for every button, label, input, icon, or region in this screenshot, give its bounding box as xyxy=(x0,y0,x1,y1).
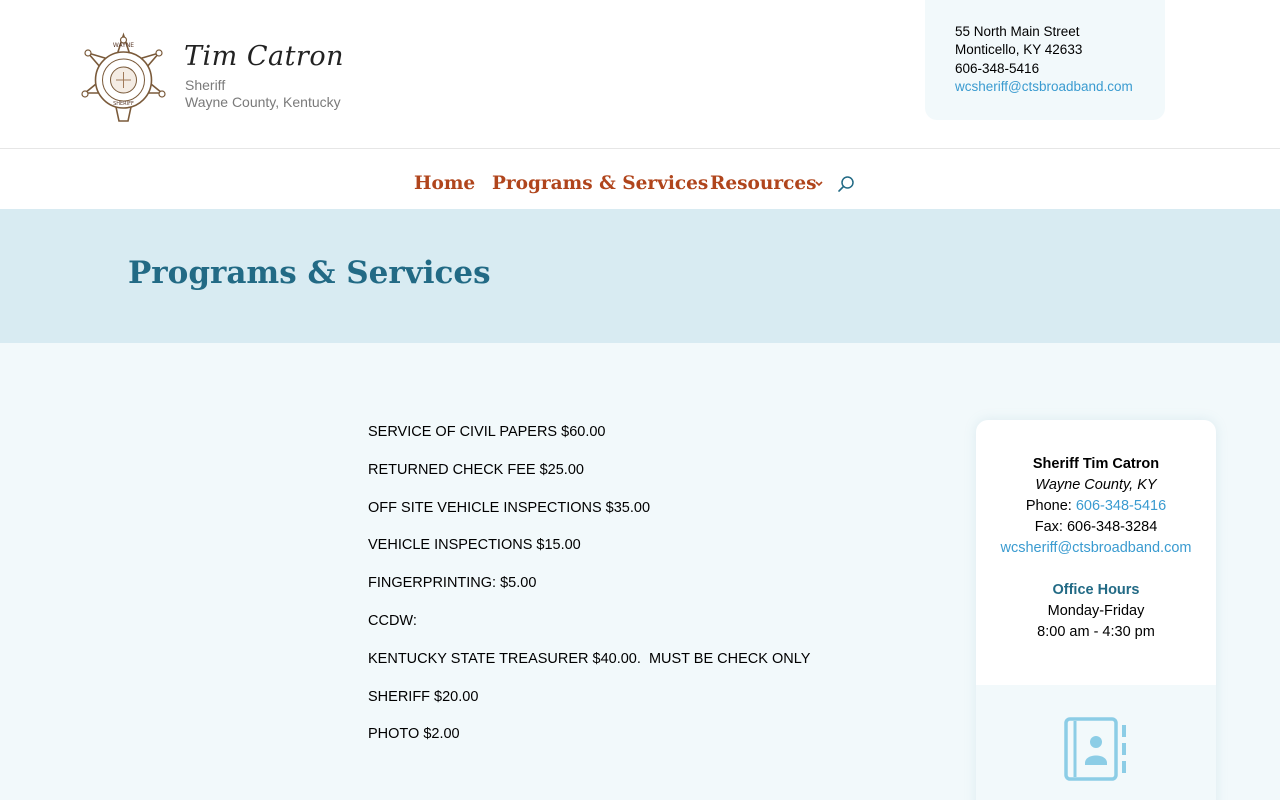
main-nav: Home Programs & Services Resources xyxy=(0,149,1280,209)
list-item: RETURNED CHECK FEE $25.00 xyxy=(368,461,584,478)
badge-text-top: WAYNE xyxy=(113,42,134,49)
nav-programs-services[interactable]: Programs & Services xyxy=(492,173,708,194)
card-sheriff-name: Sheriff Tim Catron xyxy=(1032,456,1160,472)
nav-home[interactable]: Home xyxy=(414,173,475,194)
contact-city: Monticello, KY 42633 xyxy=(955,42,1083,58)
badge-text-bottom: SHERIFF xyxy=(113,101,134,107)
list-item: VEHICLE INSPECTIONS $15.00 xyxy=(368,537,581,554)
list-item: FINGERPRINTING: $5.00 xyxy=(368,575,537,592)
list-item: SERVICE OF CIVIL PAPERS $60.00 xyxy=(368,424,606,440)
search-icon[interactable] xyxy=(837,175,855,193)
contact-email-link[interactable]: wcsheriff@ctsbroadband.com xyxy=(955,79,1133,94)
list-item: KENTUCKY STATE TREASURER $40.00. MUST BE… xyxy=(368,650,811,667)
card-fax: Fax: 606-348-3284 xyxy=(1034,519,1158,535)
logo-subtitle: Sheriff Wayne County, Kentucky xyxy=(185,77,341,111)
card-hours-days: Monday-Friday xyxy=(1047,603,1145,619)
nav-resources[interactable]: Resources xyxy=(710,173,817,194)
logo-title: Sheriff xyxy=(185,77,226,93)
header-contact-box: 55 North Main Street Monticello, KY 4263… xyxy=(925,0,1165,120)
list-item: SHERIFF $20.00 xyxy=(368,688,479,705)
address-book-icon xyxy=(1064,717,1126,781)
card-icon-panel xyxy=(976,685,1216,800)
card-phone-link[interactable]: 606-348-5416 xyxy=(1076,498,1166,514)
sheriff-contact-card: Sheriff Tim Catron Wayne County, KY Phon… xyxy=(976,420,1216,800)
card-phone-label: Phone: xyxy=(1025,498,1076,514)
card-hours-time: 8:00 am - 4:30 pm xyxy=(1037,624,1155,640)
contact-street: 55 North Main Street xyxy=(955,24,1080,39)
list-item: CCDW: xyxy=(368,612,417,629)
list-item: OFF SITE VEHICLE INSPECTIONS $35.00 xyxy=(368,499,651,516)
site-logo[interactable]: WAYNE SHERIFF Tim Catron Sheriff Wayne C… xyxy=(76,31,356,126)
card-hours-title: Office Hours xyxy=(1052,582,1140,598)
site-header: WAYNE SHERIFF Tim Catron Sheriff Wayne C… xyxy=(0,0,1280,148)
contact-phone: 606-348-5416 xyxy=(955,60,1040,76)
list-item: PHOTO $2.00 xyxy=(368,726,460,743)
chevron-down-icon[interactable] xyxy=(814,180,824,188)
page-banner: Programs & Services xyxy=(0,209,1280,343)
card-phone-row: Phone: 606-348-5416 xyxy=(976,496,1216,517)
logo-name: Tim Catron xyxy=(184,41,344,72)
card-email-link[interactable]: wcsheriff@ctsbroadband.com xyxy=(1001,540,1192,556)
page-title: Programs & Services xyxy=(128,255,491,291)
card-county: Wayne County, KY xyxy=(1035,477,1157,493)
sheriff-badge-icon: WAYNE SHERIFF xyxy=(81,32,166,122)
fee-list: SERVICE OF CIVIL PAPERS $60.00 RETURNED … xyxy=(368,423,888,763)
logo-county: Wayne County, Kentucky xyxy=(185,94,341,110)
